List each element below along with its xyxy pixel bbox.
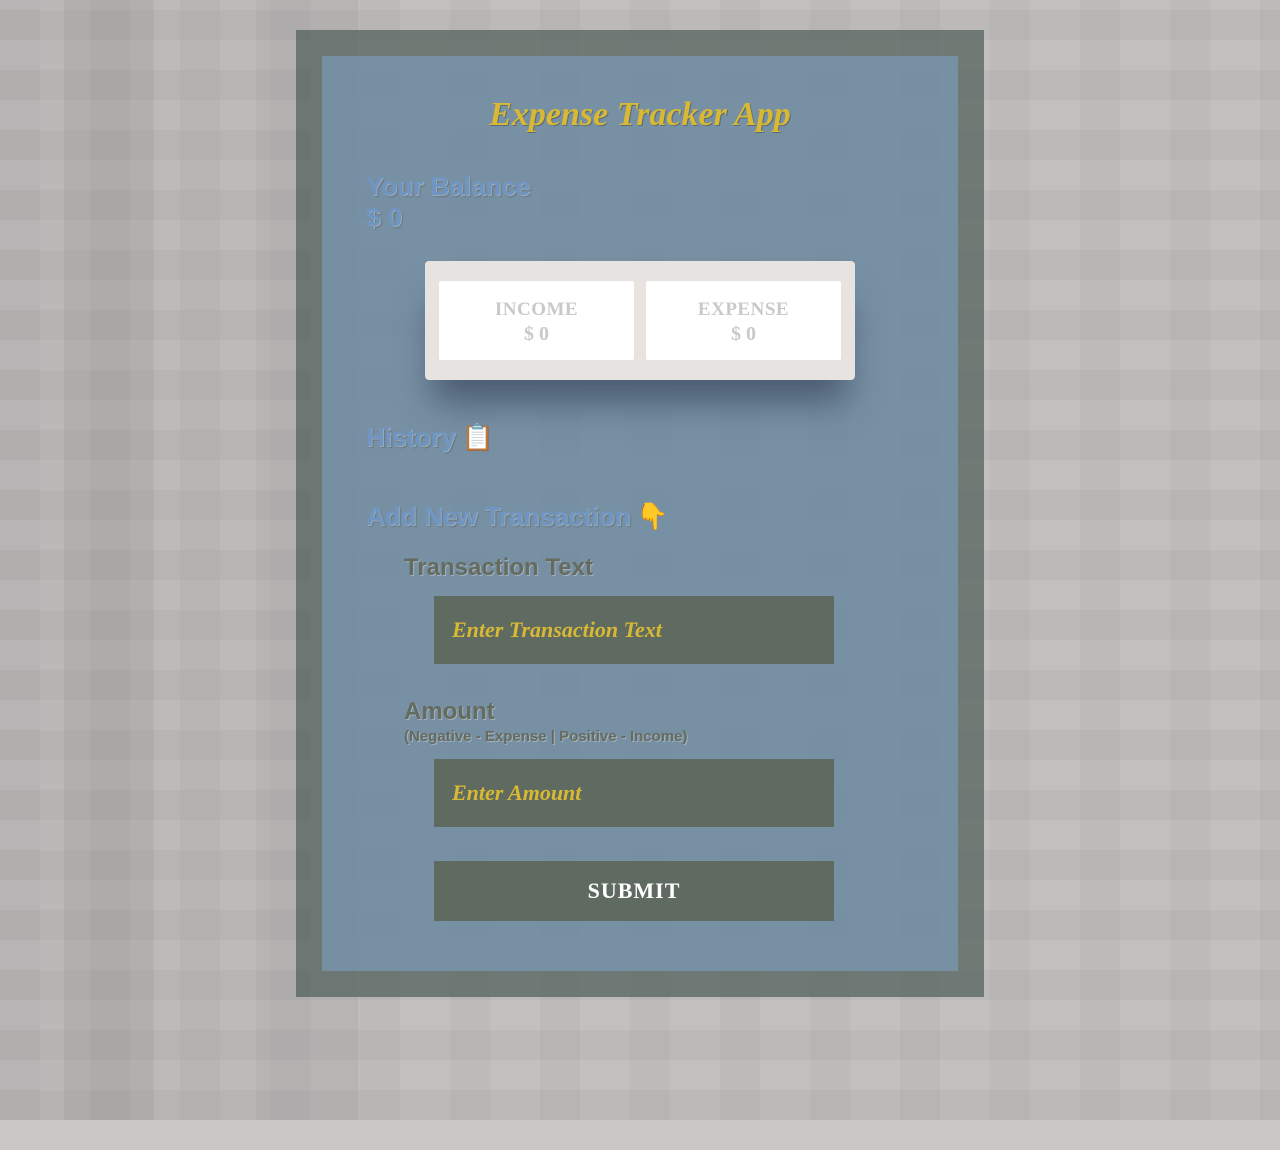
summary-box: INCOME $ 0 EXPENSE $ 0 [425,261,855,380]
app-outer-container: Expense Tracker App Your Balance $ 0 INC… [296,30,984,997]
submit-button[interactable]: SUBMIT [434,861,834,921]
amount-hint: (Negative - Expense | Positive - Income) [404,728,914,745]
transaction-text-label: Transaction Text [404,554,914,582]
balance-label: Your Balance [366,172,914,202]
expense-value: $ 0 [654,323,833,346]
transaction-text-group: Transaction Text [404,554,914,664]
amount-label: Amount [404,698,914,726]
income-card: INCOME $ 0 [439,281,634,360]
expense-card: EXPENSE $ 0 [646,281,841,360]
transaction-text-input[interactable] [434,596,834,664]
amount-input[interactable] [434,759,834,827]
add-transaction-heading: Add New Transaction 👇 [366,501,914,532]
income-value: $ 0 [447,323,626,346]
add-heading-text: Add New Transaction [366,501,630,532]
pointing-down-icon: 👇 [636,501,668,532]
expense-label: EXPENSE [654,299,833,321]
app-title: Expense Tracker App [366,96,914,134]
balance-amount: $ 0 [366,202,914,233]
history-heading: History 📋 [366,422,914,453]
amount-group: Amount (Negative - Expense | Positive - … [404,698,914,827]
history-heading-text: History [366,422,456,453]
app-inner-container: Expense Tracker App Your Balance $ 0 INC… [322,56,958,971]
income-label: INCOME [447,299,626,321]
clipboard-icon: 📋 [462,422,494,453]
